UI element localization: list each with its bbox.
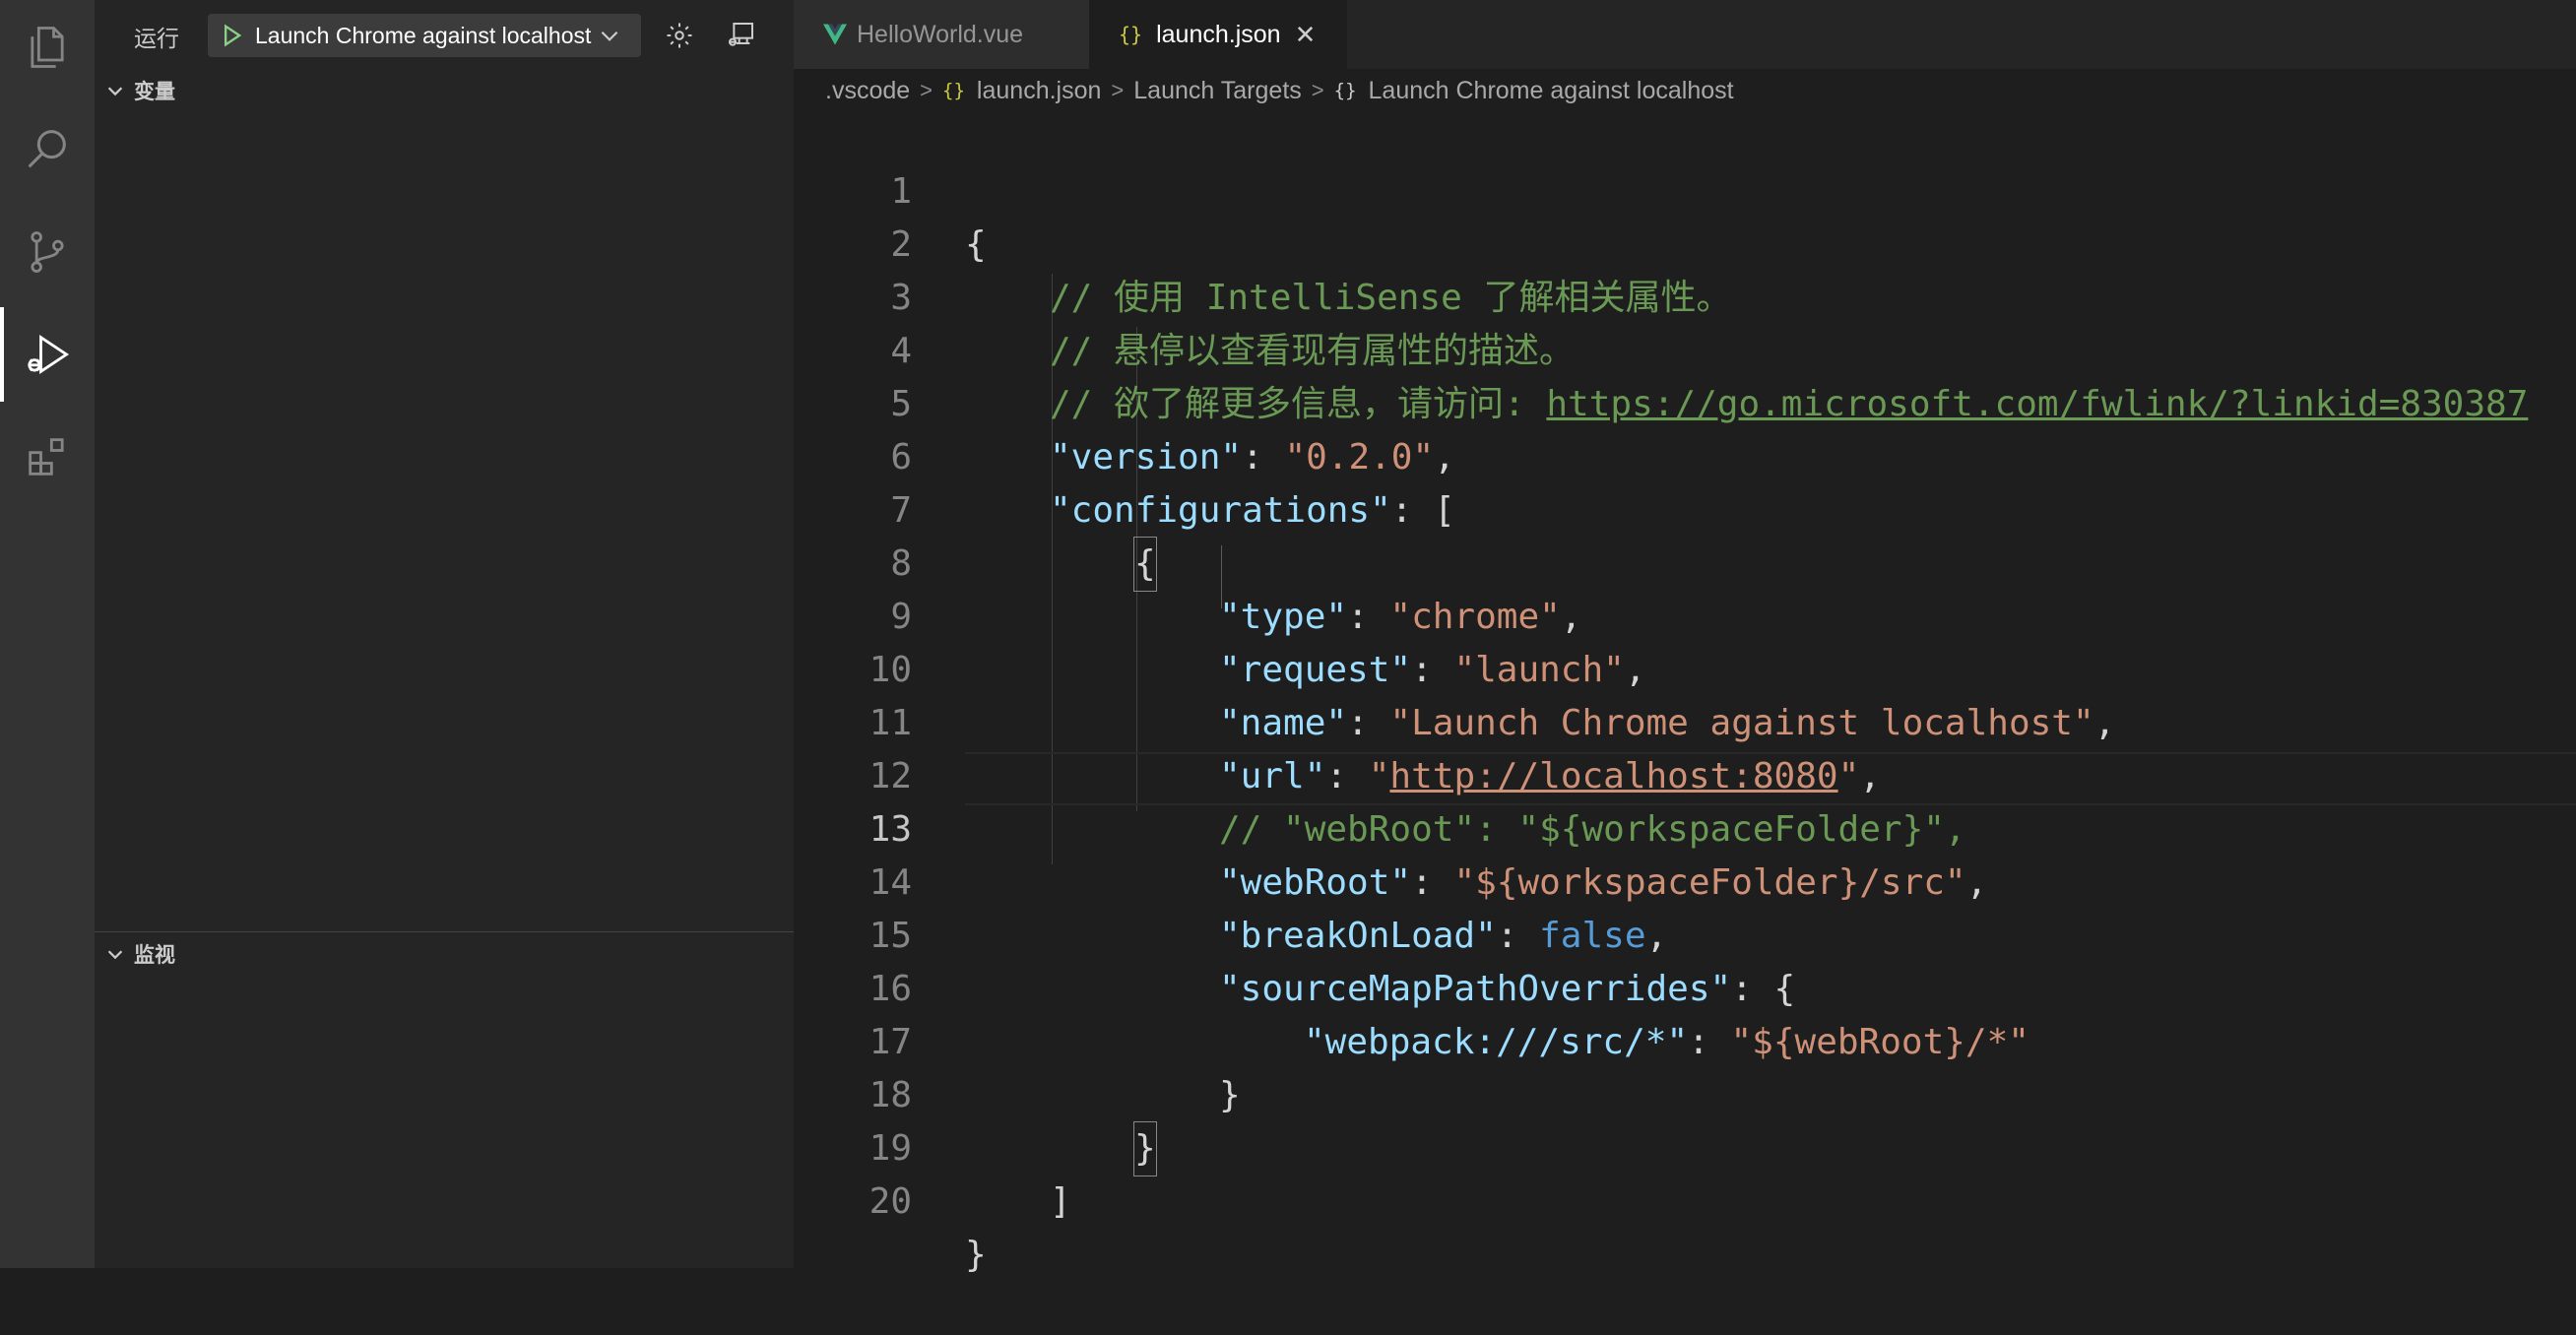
play-icon[interactable] <box>218 22 245 49</box>
tab-label: HelloWorld.vue <box>857 20 1024 48</box>
extensions-icon <box>29 438 64 476</box>
explorer-button[interactable] <box>0 0 95 95</box>
run-debug-icon <box>28 335 70 374</box>
code-line: 7 { <box>794 431 2576 592</box>
run-debug-button[interactable] <box>0 307 95 402</box>
source-control-icon <box>31 231 64 273</box>
breadcrumb-file[interactable]: launch.json <box>977 77 1101 105</box>
debug-console-button[interactable] <box>721 16 760 55</box>
line-number: 20 <box>869 1181 912 1222</box>
debug-console-icon <box>728 23 753 46</box>
breadcrumb-folder[interactable]: .vscode <box>825 77 910 105</box>
chevron-down-icon <box>107 87 123 96</box>
breadcrumb-item[interactable]: Launch Chrome against localhost <box>1369 77 1734 105</box>
code-line: 12 // "webRoot": "${workspaceFolder}", <box>794 697 2576 850</box>
chevron-right-icon: > <box>1311 78 1324 102</box>
code-line: 2 // 使用 IntelliSense 了解相关属性。 <box>794 165 2576 318</box>
code-line: 18 } <box>794 1016 2576 1176</box>
code-line: 13 "webRoot": "${workspaceFolder}/src", <box>794 750 2576 903</box>
code-line: 6 "configurations": [ <box>794 378 2576 531</box>
code-line: 4 // 欲了解更多信息，请访问: https://go.microsoft.c… <box>794 272 2576 424</box>
breadcrumb-section[interactable]: Launch Targets <box>1133 77 1302 105</box>
object-icon: {} <box>1333 80 1357 101</box>
line-text: ] <box>1050 1181 1071 1222</box>
code-line: 1 { <box>794 112 2576 265</box>
code-line: 9 "request": "launch", <box>794 538 2576 690</box>
chevron-down-icon <box>107 950 123 960</box>
activity-bar <box>0 0 95 1268</box>
launch-config-select[interactable]: Launch Chrome against localhost <box>208 14 641 57</box>
json-icon: {} <box>942 80 965 101</box>
run-label: 运行 <box>134 26 179 51</box>
open-launch-json-button[interactable] <box>660 16 699 55</box>
json-icon: {} <box>1119 23 1143 46</box>
debug-toolbar: 运行 Launch Chrome against localhost <box>95 0 794 69</box>
variables-section-title: 变量 <box>134 81 175 103</box>
editor-area: HelloWorld.vue {} launch.json ✕ .vscode … <box>794 0 2576 1275</box>
code-line: 19 ] <box>794 1069 2576 1222</box>
close-icon[interactable]: ✕ <box>1295 20 1317 50</box>
code-line: 10 "name": "Launch Chrome against localh… <box>794 591 2576 743</box>
gear-icon <box>667 23 692 48</box>
debug-sidebar: 运行 Launch Chrome against localhost 变量 监视 <box>95 0 794 1268</box>
chevron-down-icon <box>602 31 618 41</box>
watch-section-title: 监视 <box>134 944 175 967</box>
chevron-right-icon: > <box>920 78 934 102</box>
watch-section-header[interactable]: 监视 <box>95 932 794 976</box>
breadcrumb: .vscode > {} launch.json > Launch Target… <box>825 71 1734 110</box>
tab-label: launch.json <box>1156 20 1281 48</box>
search-icon <box>28 130 66 168</box>
vue-icon <box>823 24 847 45</box>
code-line: 14 "breakOnLoad": false, <box>794 803 2576 956</box>
extensions-button[interactable] <box>0 410 95 504</box>
tab-launch-json[interactable]: {} launch.json ✕ <box>1089 0 1347 69</box>
source-control-button[interactable] <box>0 205 95 299</box>
search-button[interactable] <box>0 102 95 197</box>
code-line: 20 } <box>794 1122 2576 1275</box>
files-icon <box>31 27 64 68</box>
line-text: } <box>965 1235 987 1275</box>
tab-helloworld-vue[interactable]: HelloWorld.vue <box>794 0 1089 69</box>
code-line: 8 "type": "chrome", <box>794 484 2576 637</box>
variables-section-header[interactable]: 变量 <box>95 69 794 112</box>
code-line: 11 "url": "http://localhost:8080", <box>794 644 2576 796</box>
code-line: 3 // 悬停以查看现有属性的描述。 <box>794 219 2576 371</box>
code-line: 15 "sourceMapPathOverrides": { <box>794 857 2576 1009</box>
code-line: 17 } <box>794 963 2576 1115</box>
code-line: 16 "webpack:///src/*": "${webRoot}/*" <box>794 910 2576 1062</box>
chevron-right-icon: > <box>1111 78 1125 102</box>
tab-bar: HelloWorld.vue {} launch.json ✕ <box>794 0 2576 69</box>
launch-config-name: Launch Chrome against localhost <box>255 22 592 48</box>
code-line: 5 "version": "0.2.0", <box>794 325 2576 477</box>
